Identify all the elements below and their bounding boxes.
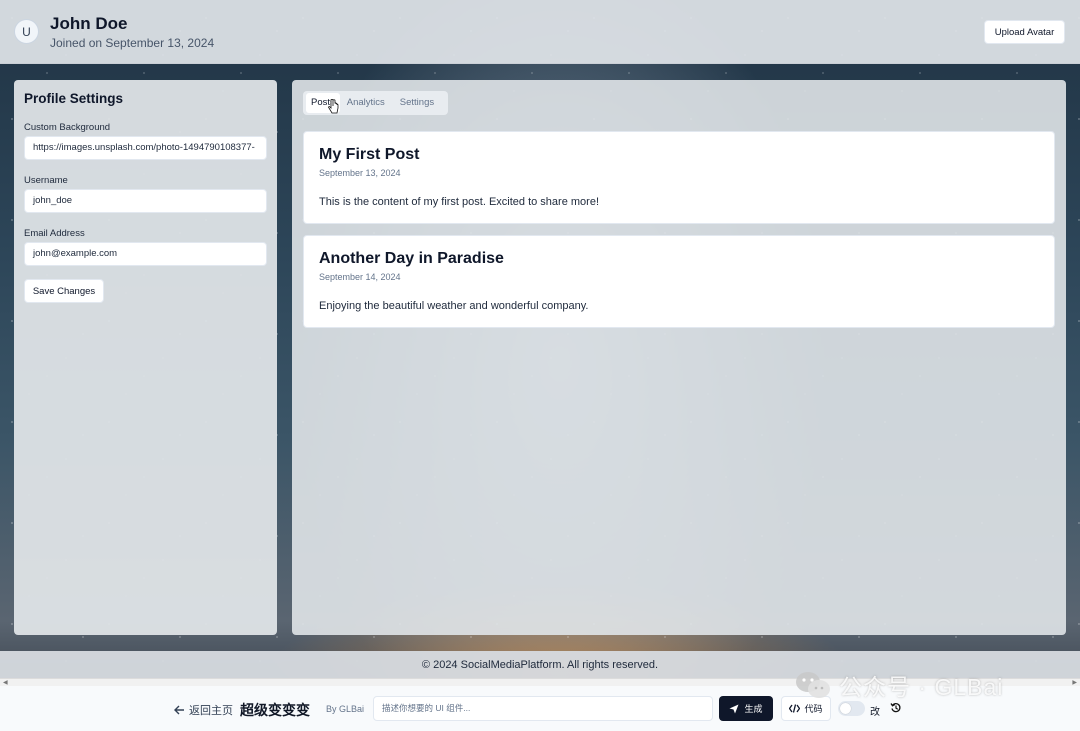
tab-analytics[interactable]: Analytics — [340, 93, 393, 113]
panel-title: Profile Settings — [24, 91, 124, 106]
arrow-left-icon — [174, 705, 184, 715]
post-title: My First Post — [319, 146, 420, 163]
save-changes-button[interactable]: Save Changes — [24, 279, 104, 303]
generate-button[interactable]: 生成 — [719, 696, 773, 721]
background-url-input[interactable]: https://images.unsplash.com/photo-149479… — [24, 136, 267, 160]
edit-label: 改 — [870, 707, 880, 718]
scroll-right-icon[interactable]: ▶ — [1072, 679, 1077, 686]
avatar[interactable]: U — [14, 19, 39, 44]
email-label: Email Address — [24, 228, 85, 239]
author-credit: By GLBai — [326, 704, 365, 714]
upload-avatar-button[interactable]: Upload Avatar — [984, 20, 1065, 44]
send-icon — [729, 704, 739, 713]
post-card: Another Day in Paradise September 14, 20… — [303, 235, 1055, 328]
scroll-left-icon[interactable]: ◀ — [3, 679, 8, 686]
username-label: Username — [24, 175, 68, 186]
watermark-text: 公众号 · GLBai — [839, 674, 1004, 700]
user-name: John Doe — [50, 14, 128, 33]
post-date: September 13, 2024 — [319, 168, 401, 178]
post-content: Enjoying the beautiful weather and wonde… — [319, 300, 589, 312]
post-content: This is the content of my first post. Ex… — [319, 196, 600, 208]
main-content-panel: Posts Analytics Settings My First Post S… — [292, 80, 1066, 635]
profile-settings-panel: Profile Settings Custom Background https… — [14, 80, 277, 635]
code-icon — [789, 704, 801, 713]
post-date: September 14, 2024 — [319, 272, 401, 282]
footer-copyright: © 2024 SocialMediaPlatform. All rights r… — [421, 658, 659, 671]
generate-label: 生成 — [744, 704, 763, 714]
toggle-knob — [840, 703, 851, 714]
email-input[interactable]: john@example.com — [24, 242, 267, 266]
joined-date: Joined on September 13, 2024 — [50, 36, 215, 50]
wechat-logo-icon — [796, 672, 830, 698]
post-card: My First Post September 13, 2024 This is… — [303, 131, 1055, 224]
profile-header: U John Doe Joined on September 13, 2024 … — [0, 0, 1080, 64]
watermark: 公众号 · GLBai — [793, 668, 1003, 702]
prompt-input[interactable]: 描述你想要的 UI 组件... — [373, 696, 713, 721]
brand-title: 超级变变变 — [240, 702, 310, 718]
tab-settings[interactable]: Settings — [393, 93, 442, 113]
hand-cursor-icon — [328, 99, 339, 114]
username-input[interactable]: john_doe — [24, 189, 267, 213]
edit-mode-toggle[interactable] — [838, 701, 865, 716]
code-label: 代码 — [804, 704, 823, 714]
post-title: Another Day in Paradise — [319, 250, 504, 267]
back-home-link[interactable]: 返回主页 — [174, 702, 233, 718]
background-label: Custom Background — [24, 122, 111, 133]
history-icon[interactable] — [890, 702, 902, 714]
back-home-label: 返回主页 — [189, 705, 233, 717]
tab-list: Posts Analytics Settings — [303, 91, 448, 115]
